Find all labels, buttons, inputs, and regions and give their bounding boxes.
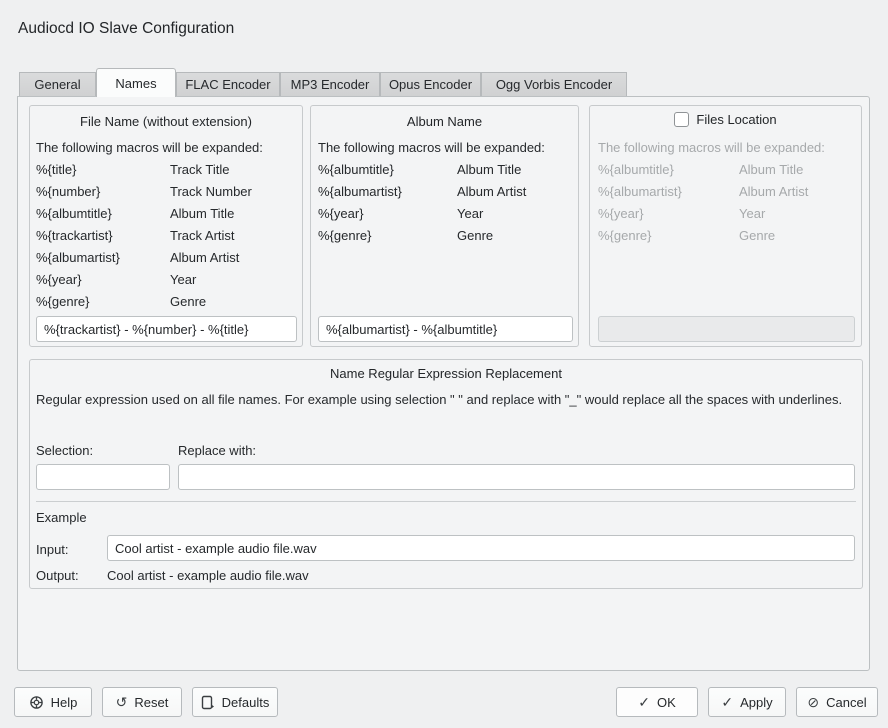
example-label: Example xyxy=(36,510,87,525)
files-location-checkbox[interactable] xyxy=(674,112,689,127)
macro-token: %{year} xyxy=(318,206,457,221)
macro-desc: Track Title xyxy=(170,162,229,177)
macro-desc: Genre xyxy=(739,228,775,243)
selection-label: Selection: xyxy=(36,443,93,458)
files-location-title-row: Files Location xyxy=(590,112,861,127)
macro-desc: Album Title xyxy=(170,206,234,221)
macro-token: %{albumtitle} xyxy=(36,206,170,221)
macros-hint: The following macros will be expanded: xyxy=(598,140,825,155)
example-output-value: Cool artist - example audio file.wav xyxy=(107,568,309,583)
macro-row: %{title}Track Title xyxy=(36,162,298,177)
names-tab-pane: File Name (without extension) The follow… xyxy=(17,96,870,671)
macro-desc: Album Artist xyxy=(739,184,808,199)
separator-line xyxy=(36,501,856,502)
macro-row: %{genre}Genre xyxy=(598,228,857,243)
macro-desc: Track Number xyxy=(170,184,252,199)
files-location-group: Files Location The following macros will… xyxy=(589,105,862,347)
tab-flac-encoder[interactable]: FLAC Encoder xyxy=(176,72,280,96)
regex-description: Regular expression used on all file name… xyxy=(36,390,858,409)
macro-token: %{albumartist} xyxy=(598,184,739,199)
help-button[interactable]: Help xyxy=(14,687,92,717)
macros-hint: The following macros will be expanded: xyxy=(36,140,263,155)
album-name-group-title: Album Name xyxy=(311,114,578,129)
window-title: Audiocd IO Slave Configuration xyxy=(18,20,234,38)
cancel-button-label: Cancel xyxy=(826,695,866,710)
macro-row: %{albumtitle}Album Title xyxy=(318,162,574,177)
macro-desc: Album Title xyxy=(739,162,803,177)
tab-mp3-encoder[interactable]: MP3 Encoder xyxy=(280,72,380,96)
macro-token: %{year} xyxy=(598,206,739,221)
regex-group-title: Name Regular Expression Replacement xyxy=(30,366,862,381)
regex-replacement-group: Name Regular Expression Replacement Regu… xyxy=(29,359,863,589)
file-name-pattern-input[interactable] xyxy=(36,316,297,342)
macro-desc: Year xyxy=(739,206,765,221)
macro-token: %{number} xyxy=(36,184,170,199)
macro-desc: Genre xyxy=(170,294,206,309)
file-name-group: File Name (without extension) The follow… xyxy=(29,105,303,347)
macro-token: %{albumartist} xyxy=(318,184,457,199)
help-icon xyxy=(29,695,44,710)
example-output-label: Output: xyxy=(36,568,79,583)
audiocd-config-dialog: Audiocd IO Slave Configuration General N… xyxy=(0,0,888,728)
selection-input[interactable] xyxy=(36,464,170,490)
reset-button[interactable]: ↺ Reset xyxy=(102,687,182,717)
files-location-pattern-input xyxy=(598,316,855,342)
macro-row: %{year}Year xyxy=(36,272,298,287)
cancel-icon: ⊘ xyxy=(807,695,819,709)
reset-button-label: Reset xyxy=(134,695,168,710)
album-name-pattern-input[interactable] xyxy=(318,316,573,342)
macro-row: %{albumtitle}Album Title xyxy=(36,206,298,221)
macro-desc: Album Title xyxy=(457,162,521,177)
tab-opus-encoder[interactable]: Opus Encoder xyxy=(380,72,481,96)
help-button-label: Help xyxy=(51,695,78,710)
macro-row: %{albumtitle}Album Title xyxy=(598,162,857,177)
files-location-label: Files Location xyxy=(696,112,776,127)
macro-token: %{albumtitle} xyxy=(318,162,457,177)
macro-desc: Album Artist xyxy=(457,184,526,199)
macro-token: %{title} xyxy=(36,162,170,177)
macro-token: %{albumtitle} xyxy=(598,162,739,177)
example-input-label: Input: xyxy=(36,542,69,557)
defaults-button-label: Defaults xyxy=(222,695,270,710)
macro-token: %{genre} xyxy=(598,228,739,243)
macro-row: %{year}Year xyxy=(598,206,857,221)
macro-desc: Year xyxy=(170,272,196,287)
file-name-group-title: File Name (without extension) xyxy=(30,114,302,129)
macro-row: %{number}Track Number xyxy=(36,184,298,199)
defaults-button[interactable]: Defaults xyxy=(192,687,278,717)
cancel-button[interactable]: ⊘ Cancel xyxy=(796,687,878,717)
macro-row: %{albumartist}Album Artist xyxy=(318,184,574,199)
replace-with-label: Replace with: xyxy=(178,443,256,458)
apply-button-label: Apply xyxy=(740,695,773,710)
macros-hint: The following macros will be expanded: xyxy=(318,140,545,155)
apply-button[interactable]: ✓ Apply xyxy=(708,687,786,717)
macro-desc: Album Artist xyxy=(170,250,239,265)
macro-row: %{year}Year xyxy=(318,206,574,221)
tab-general[interactable]: General xyxy=(19,72,96,96)
macro-desc: Track Artist xyxy=(170,228,235,243)
replace-with-input[interactable] xyxy=(178,464,855,490)
macro-token: %{genre} xyxy=(36,294,170,309)
macro-token: %{genre} xyxy=(318,228,457,243)
ok-button[interactable]: ✓ OK xyxy=(616,687,698,717)
macro-desc: Year xyxy=(457,206,483,221)
macro-row: %{albumartist}Album Artist xyxy=(598,184,857,199)
defaults-icon xyxy=(201,695,215,710)
tab-ogg-vorbis-encoder[interactable]: Ogg Vorbis Encoder xyxy=(481,72,627,96)
macro-token: %{albumartist} xyxy=(36,250,170,265)
check-icon: ✓ xyxy=(638,695,650,709)
tab-names[interactable]: Names xyxy=(96,68,176,97)
reset-icon: ↺ xyxy=(116,695,128,709)
album-name-group: Album Name The following macros will be … xyxy=(310,105,579,347)
example-input-field[interactable] xyxy=(107,535,855,561)
macro-token: %{trackartist} xyxy=(36,228,170,243)
macro-desc: Genre xyxy=(457,228,493,243)
macro-row: %{trackartist}Track Artist xyxy=(36,228,298,243)
check-icon: ✓ xyxy=(721,695,733,709)
macro-row: %{albumartist}Album Artist xyxy=(36,250,298,265)
macro-row: %{genre}Genre xyxy=(318,228,574,243)
macro-token: %{year} xyxy=(36,272,170,287)
ok-button-label: OK xyxy=(657,695,676,710)
macro-row: %{genre}Genre xyxy=(36,294,298,309)
